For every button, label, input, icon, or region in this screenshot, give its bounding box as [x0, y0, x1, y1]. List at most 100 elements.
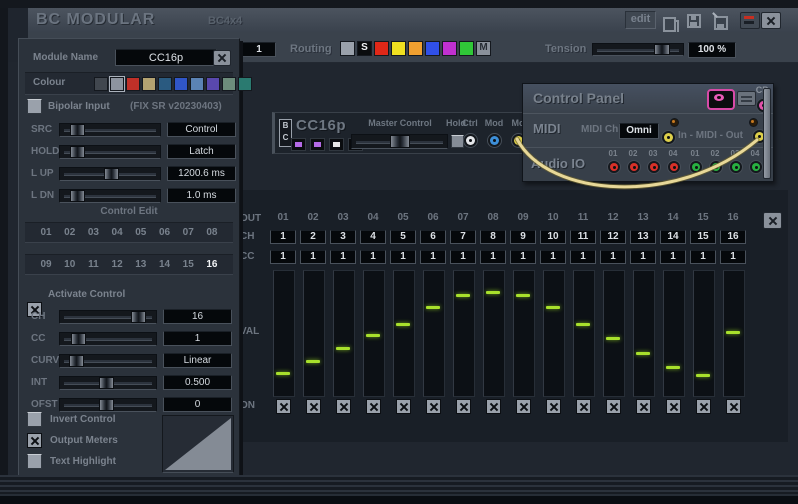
param-slider-cc[interactable]: [59, 332, 157, 346]
cc-value-15[interactable]: 1: [690, 250, 716, 264]
ch-value-01[interactable]: 1: [270, 230, 296, 244]
control-select-12[interactable]: 12: [106, 259, 128, 274]
cc-value-12[interactable]: 1: [600, 250, 626, 264]
ch-value-12[interactable]: 12: [600, 230, 626, 244]
ch-value-15[interactable]: 15: [690, 230, 716, 244]
ch-value-13[interactable]: 13: [630, 230, 656, 244]
cc-value-07[interactable]: 1: [450, 250, 476, 264]
colour-swatch-2[interactable]: [110, 77, 124, 91]
on-checkbox-09[interactable]: [516, 399, 531, 414]
colour-swatch-8[interactable]: [206, 77, 220, 91]
control-select-01[interactable]: 01: [35, 227, 57, 242]
layer-number-box[interactable]: 1: [242, 42, 276, 57]
ch-value-06[interactable]: 6: [420, 230, 446, 244]
control-select-05[interactable]: 05: [130, 227, 152, 242]
cc-value-01[interactable]: 1: [270, 250, 296, 264]
val-fader-03[interactable]: [333, 270, 355, 397]
routing-swatch-blank[interactable]: [340, 41, 355, 56]
ch-value-09[interactable]: 9: [510, 230, 536, 244]
panel-close-button[interactable]: [213, 50, 231, 66]
control-select-02[interactable]: 02: [59, 227, 81, 242]
checkbox-output-meters[interactable]: [27, 433, 42, 448]
slider-handle[interactable]: [99, 399, 114, 411]
cc-value-06[interactable]: 1: [420, 250, 446, 264]
param-slider-curv[interactable]: [59, 354, 157, 368]
param-slider-int[interactable]: [59, 376, 157, 390]
on-checkbox-16[interactable]: [726, 399, 741, 414]
val-fader-08[interactable]: [483, 270, 505, 397]
on-checkbox-04[interactable]: [366, 399, 381, 414]
val-fader-04[interactable]: [363, 270, 385, 397]
routing-swatch-red[interactable]: [374, 41, 389, 56]
slider-handle[interactable]: [69, 355, 84, 367]
colour-swatch-5[interactable]: [158, 77, 172, 91]
routing-swatch-orange[interactable]: [408, 41, 423, 56]
control-select-15[interactable]: 15: [177, 259, 199, 274]
ch-value-03[interactable]: 3: [330, 230, 356, 244]
cc-value-11[interactable]: 1: [570, 250, 596, 264]
val-fader-09[interactable]: [513, 270, 535, 397]
routing-swatch-magenta[interactable]: [442, 41, 457, 56]
val-fader-05[interactable]: [393, 270, 415, 397]
val-fader-06[interactable]: [423, 270, 445, 397]
checkbox-text-highlight[interactable]: [27, 454, 42, 469]
cc-value-14[interactable]: 1: [660, 250, 686, 264]
routing-swatch-yellow[interactable]: [391, 41, 406, 56]
mini-button-3[interactable]: [329, 138, 344, 151]
on-checkbox-11[interactable]: [576, 399, 591, 414]
ch-value-05[interactable]: 5: [390, 230, 416, 244]
on-checkbox-15[interactable]: [696, 399, 711, 414]
edit-button[interactable]: edit: [625, 11, 656, 29]
cp-display-icon[interactable]: [707, 89, 735, 110]
val-fader-16[interactable]: [723, 270, 745, 397]
control-select-04[interactable]: 04: [106, 227, 128, 242]
on-checkbox-02[interactable]: [306, 399, 321, 414]
ch-value-04[interactable]: 4: [360, 230, 386, 244]
audio-in-jack-01[interactable]: [607, 160, 621, 174]
module-name-input[interactable]: [115, 49, 217, 66]
bipolar-input-checkbox[interactable]: [27, 99, 42, 114]
colour-swatch-6[interactable]: [174, 77, 188, 91]
val-fader-02[interactable]: [303, 270, 325, 397]
cc-value-05[interactable]: 1: [390, 250, 416, 264]
tension-slider-handle[interactable]: [654, 44, 670, 55]
control-select-11[interactable]: 11: [82, 259, 104, 274]
on-checkbox-10[interactable]: [546, 399, 561, 414]
slider-handle[interactable]: [99, 377, 114, 389]
save-icon[interactable]: [686, 13, 702, 29]
val-fader-01[interactable]: [273, 270, 295, 397]
ch-value-16[interactable]: 16: [720, 230, 746, 244]
close-button[interactable]: [761, 12, 781, 29]
param-slider-l-dn[interactable]: [59, 189, 161, 203]
val-fader-10[interactable]: [543, 270, 565, 397]
cc-value-09[interactable]: 1: [510, 250, 536, 264]
val-fader-11[interactable]: [573, 270, 595, 397]
routing-swatch-green[interactable]: [459, 41, 474, 56]
param-slider-l-up[interactable]: [59, 167, 161, 181]
control-select-14[interactable]: 14: [154, 259, 176, 274]
slider-handle[interactable]: [70, 124, 85, 136]
master-control-handle[interactable]: [390, 135, 410, 148]
slider-handle[interactable]: [104, 168, 119, 180]
audio-in-jack-02[interactable]: [627, 160, 641, 174]
ch-value-07[interactable]: 7: [450, 230, 476, 244]
cc-value-03[interactable]: 1: [330, 250, 356, 264]
on-checkbox-08[interactable]: [486, 399, 501, 414]
on-checkbox-05[interactable]: [396, 399, 411, 414]
routing-swatch-solo[interactable]: S: [357, 41, 372, 56]
on-checkbox-13[interactable]: [636, 399, 651, 414]
cc16p-module-strip[interactable]: B C CC16p Master Control Hold CtrlModMo: [272, 112, 532, 154]
master-control-slider[interactable]: [351, 134, 448, 149]
val-fader-12[interactable]: [603, 270, 625, 397]
tension-slider[interactable]: [592, 43, 684, 56]
grid-close-button[interactable]: [763, 212, 782, 229]
cc-value-10[interactable]: 1: [540, 250, 566, 264]
control-select-09[interactable]: 09: [35, 259, 57, 274]
slider-handle[interactable]: [131, 311, 146, 323]
ch-value-02[interactable]: 2: [300, 230, 326, 244]
control-select-07[interactable]: 07: [177, 227, 199, 242]
val-fader-14[interactable]: [663, 270, 685, 397]
on-checkbox-07[interactable]: [456, 399, 471, 414]
colour-swatch-10[interactable]: [238, 77, 252, 91]
panel-edge-slider[interactable]: [763, 88, 771, 179]
